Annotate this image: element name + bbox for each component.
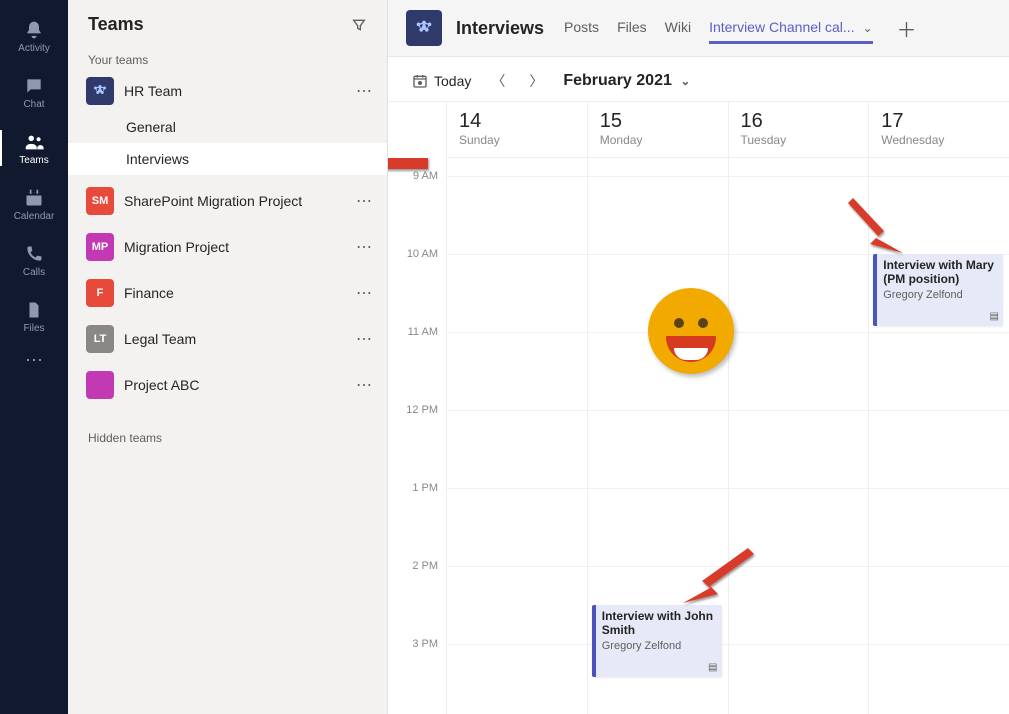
- hour-label: 11 AM: [408, 326, 438, 338]
- day-header[interactable]: 14 Sunday: [446, 102, 587, 157]
- channel-interviews[interactable]: Interviews: [68, 143, 387, 175]
- team-name: SharePoint Migration Project: [124, 193, 346, 209]
- team-row-migration[interactable]: MP Migration Project ⋯: [68, 227, 387, 267]
- tab-interview-calendar[interactable]: Interview Channel cal... ⌄: [709, 13, 872, 44]
- rail-item-teams[interactable]: Teams: [0, 120, 68, 176]
- team-name: Migration Project: [124, 239, 346, 255]
- team-row-projectabc[interactable]: Project ABC ⋯: [68, 365, 387, 405]
- calendar-toolbar: Today 〈 〉 February 2021 ⌄: [388, 57, 1009, 102]
- day-columns: Interview with John Smith Gregory Zelfond…: [446, 158, 1009, 714]
- section-your-teams: Your teams: [68, 45, 387, 71]
- rail-label: Files: [23, 323, 44, 334]
- prev-arrow-icon[interactable]: 〈: [487, 71, 509, 91]
- section-hidden-teams: Hidden teams: [68, 423, 387, 449]
- rail-item-files[interactable]: Files: [0, 288, 68, 344]
- team-avatar-icon: MP: [86, 233, 114, 261]
- day-headers: 14 Sunday 15 Monday 16 Tuesday 17 Wednes…: [446, 102, 1009, 158]
- team-more-icon[interactable]: ⋯: [356, 329, 373, 349]
- main-area: Interviews Posts Files Wiki Interview Ch…: [388, 0, 1009, 714]
- chevron-down-icon: ⌄: [862, 21, 872, 35]
- bell-icon: [23, 19, 45, 41]
- team-avatar-icon: [86, 371, 114, 399]
- rail-item-calendar[interactable]: Calendar: [0, 176, 68, 232]
- team-avatar-icon: F: [86, 279, 114, 307]
- rail-label: Chat: [23, 99, 44, 110]
- busy-icon: ▤: [708, 662, 717, 673]
- team-more-icon[interactable]: ⋯: [356, 191, 373, 211]
- sidebar-title: Teams: [88, 14, 144, 35]
- tab-posts[interactable]: Posts: [564, 13, 599, 44]
- time-column: 9 AM 10 AM 11 AM 12 PM 1 PM 2 PM 3 PM: [388, 158, 446, 714]
- app-rail: Activity Chat Teams Calendar Calls Files…: [0, 0, 68, 714]
- tab-files[interactable]: Files: [617, 13, 647, 44]
- team-row-finance[interactable]: F Finance ⋯: [68, 273, 387, 313]
- calendar-event[interactable]: Interview with John Smith Gregory Zelfond…: [592, 605, 722, 677]
- hour-label: 3 PM: [412, 638, 438, 650]
- hour-label: 12 PM: [406, 404, 438, 416]
- team-name: Project ABC: [124, 377, 346, 393]
- channel-title: Interviews: [456, 18, 544, 39]
- channel-header: Interviews Posts Files Wiki Interview Ch…: [388, 0, 1009, 57]
- chevron-down-icon: ⌄: [680, 74, 690, 88]
- files-icon: [23, 299, 45, 321]
- event-organizer: Gregory Zelfond: [883, 289, 997, 301]
- event-organizer: Gregory Zelfond: [602, 640, 716, 652]
- day-header[interactable]: 17 Wednesday: [868, 102, 1009, 157]
- team-more-icon[interactable]: ⋯: [356, 375, 373, 395]
- team-avatar-icon: [86, 77, 114, 105]
- rail-label: Teams: [19, 155, 48, 166]
- calendar-event[interactable]: Interview with Mary (PM position) Gregory…: [873, 254, 1003, 326]
- day-col-sunday[interactable]: [446, 158, 587, 714]
- hour-label: 10 AM: [407, 248, 438, 260]
- team-row-sharepoint[interactable]: SM SharePoint Migration Project ⋯: [68, 181, 387, 221]
- team-more-icon[interactable]: ⋯: [356, 237, 373, 257]
- day-col-wednesday[interactable]: Interview with Mary (PM position) Gregory…: [868, 158, 1009, 714]
- hour-label: 2 PM: [412, 560, 438, 572]
- teams-sidebar: Teams Your teams HR Team ⋯ General Inter…: [68, 0, 388, 714]
- calls-icon: [23, 243, 45, 265]
- event-title: Interview with John Smith: [602, 609, 716, 638]
- team-row-legal[interactable]: LT Legal Team ⋯: [68, 319, 387, 359]
- day-col-monday[interactable]: Interview with John Smith Gregory Zelfond…: [587, 158, 728, 714]
- rail-label: Calls: [23, 267, 45, 278]
- event-title: Interview with Mary (PM position): [883, 258, 997, 287]
- today-button[interactable]: Today: [412, 73, 471, 89]
- hour-label: 9 AM: [413, 170, 438, 182]
- team-name: Legal Team: [124, 331, 346, 347]
- chat-icon: [23, 75, 45, 97]
- team-avatar-icon: SM: [86, 187, 114, 215]
- next-arrow-icon[interactable]: 〉: [525, 71, 547, 91]
- busy-icon: ▤: [990, 311, 999, 322]
- calendar-today-icon: [412, 73, 428, 89]
- rail-item-chat[interactable]: Chat: [0, 64, 68, 120]
- day-col-tuesday[interactable]: [728, 158, 869, 714]
- rail-item-activity[interactable]: Activity: [0, 8, 68, 64]
- hour-label: 1 PM: [412, 482, 438, 494]
- add-tab-button[interactable]: ＋: [897, 14, 917, 43]
- filter-icon[interactable]: [351, 17, 367, 33]
- calendar-icon: [23, 187, 45, 209]
- teams-icon: [23, 131, 45, 153]
- team-name: HR Team: [124, 83, 346, 99]
- team-more-icon[interactable]: ⋯: [356, 81, 373, 101]
- team-row-hr[interactable]: HR Team ⋯: [68, 71, 387, 111]
- rail-more-icon[interactable]: ⋯: [25, 350, 43, 371]
- calendar-grid: 14 Sunday 15 Monday 16 Tuesday 17 Wednes…: [388, 102, 1009, 714]
- team-avatar-icon: LT: [86, 325, 114, 353]
- tab-wiki[interactable]: Wiki: [665, 13, 691, 44]
- day-header[interactable]: 16 Tuesday: [728, 102, 869, 157]
- team-name: Finance: [124, 285, 346, 301]
- calendar-body: 9 AM 10 AM 11 AM 12 PM 1 PM 2 PM 3 PM Intervie…: [388, 158, 1009, 714]
- month-label[interactable]: February 2021 ⌄: [563, 72, 690, 90]
- day-header[interactable]: 15 Monday: [587, 102, 728, 157]
- rail-label: Calendar: [14, 211, 55, 222]
- channel-general[interactable]: General: [68, 111, 387, 143]
- rail-label: Activity: [18, 43, 50, 54]
- team-more-icon[interactable]: ⋯: [356, 283, 373, 303]
- channel-avatar-icon: [406, 10, 442, 46]
- rail-item-calls[interactable]: Calls: [0, 232, 68, 288]
